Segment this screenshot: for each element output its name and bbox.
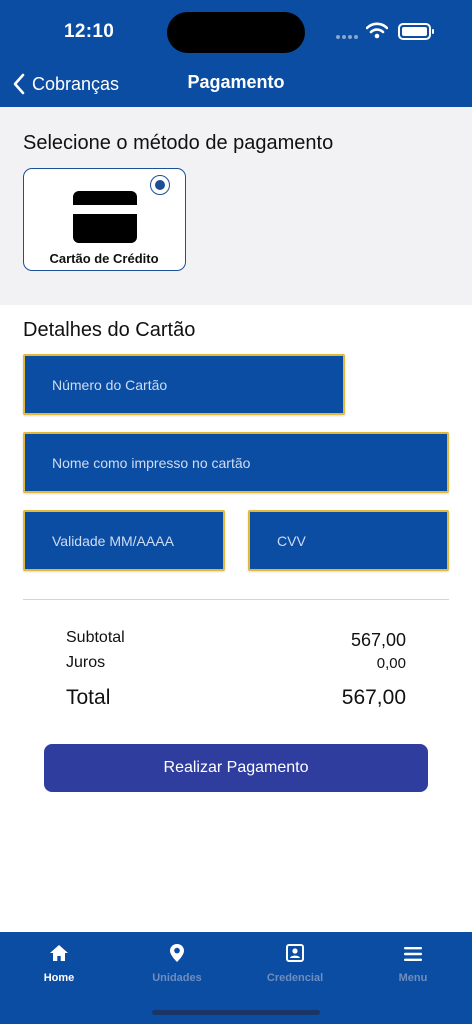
card-details-title: Detalhes do Cartão — [23, 319, 196, 341]
page-title: Pagamento — [187, 72, 285, 92]
badge-icon — [286, 944, 304, 962]
card-cvv-input[interactable]: CVV — [248, 510, 449, 571]
card-number-placeholder: Número do Cartão — [52, 376, 168, 393]
pay-button[interactable]: Realizar Pagamento — [44, 744, 428, 792]
credit-card-option-label: Cartão de Crédito — [49, 251, 159, 266]
dynamic-island — [167, 12, 305, 53]
wifi-icon — [366, 22, 388, 39]
card-expiry-input[interactable]: Validade MM/AAAA — [23, 510, 225, 571]
app-header: 12:10 Cobranças Pagamento — [0, 0, 472, 107]
battery-icon — [398, 23, 434, 40]
cardholder-name-input[interactable]: Nome como impresso no cartão — [23, 432, 449, 493]
home-icon — [50, 945, 68, 961]
card-expiry-placeholder: Validade MM/AAAA — [52, 532, 174, 549]
tab-credencial[interactable]: Credencial — [236, 932, 354, 992]
tab-unidades-label: Unidades — [152, 972, 202, 984]
tab-home[interactable]: Home — [0, 932, 118, 992]
tab-unidades[interactable]: Unidades — [118, 932, 236, 992]
home-indicator — [152, 1010, 320, 1015]
payment-method-section: Selecione o método de pagamento Cartão d… — [0, 107, 472, 305]
tab-menu[interactable]: Menu — [354, 932, 472, 992]
total-value: 567,00 — [341, 686, 406, 709]
location-pin-icon — [170, 944, 184, 962]
tab-menu-label: Menu — [398, 972, 428, 984]
subtotal-label: Subtotal — [66, 629, 125, 646]
status-time: 12:10 — [64, 21, 115, 42]
card-cvv-placeholder: CVV — [277, 532, 306, 549]
subtotal-value: 567,00 — [350, 630, 406, 650]
tab-credencial-label: Credencial — [266, 972, 324, 984]
cellular-signal-icon — [336, 35, 358, 39]
tab-home-label: Home — [43, 972, 75, 984]
credit-card-radio[interactable] — [150, 175, 170, 195]
credit-card-icon — [73, 191, 137, 243]
card-number-input[interactable]: Número do Cartão — [23, 354, 345, 415]
interest-label: Juros — [66, 654, 106, 671]
interest-value: 0,00 — [376, 655, 406, 672]
payment-method-title: Selecione o método de pagamento — [23, 132, 334, 154]
total-label: Total — [66, 686, 111, 709]
hamburger-menu-icon — [404, 947, 422, 961]
divider — [23, 599, 449, 600]
credit-card-option[interactable]: Cartão de Crédito — [23, 168, 186, 271]
cardholder-name-placeholder: Nome como impresso no cartão — [52, 454, 251, 471]
